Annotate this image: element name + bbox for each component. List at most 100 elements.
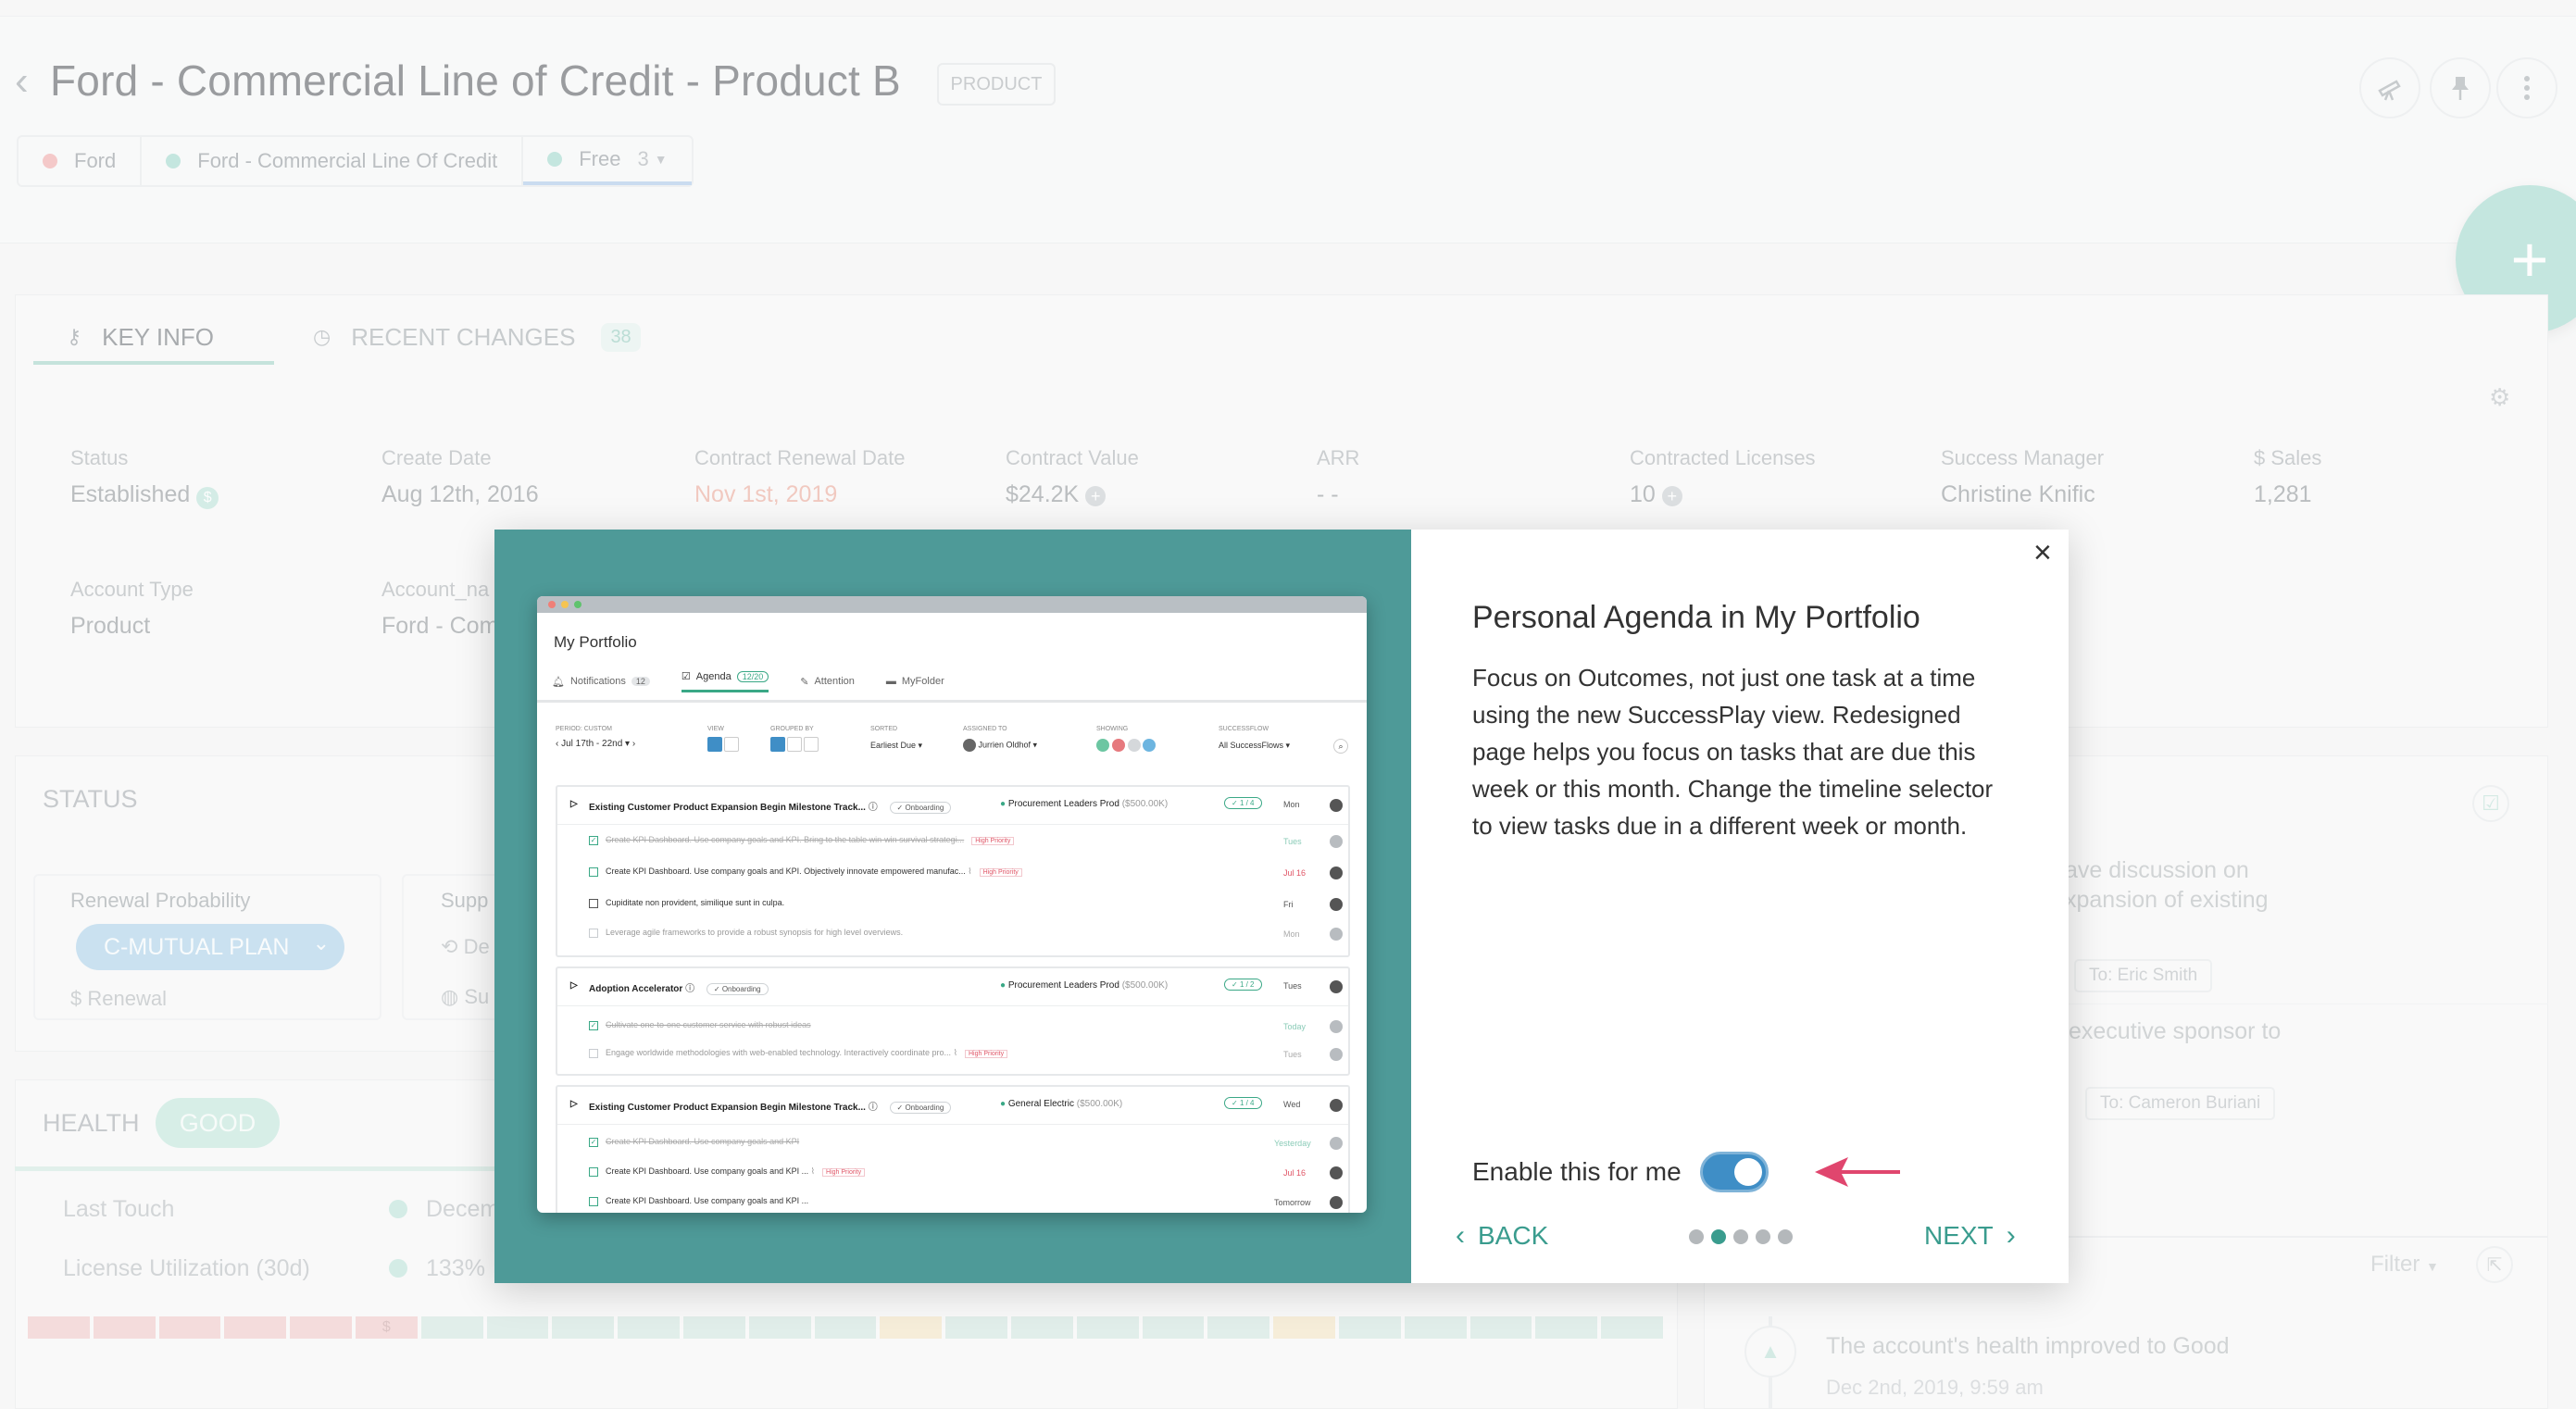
task-row: Cupiditate non provident, similique sunt… xyxy=(589,898,784,908)
group-tag-label: Onboarding xyxy=(905,1104,944,1112)
filter-label: ASSIGNED TO xyxy=(963,726,1007,732)
group-day: Wed xyxy=(1283,1100,1301,1109)
enable-toggle[interactable] xyxy=(1700,1152,1769,1192)
avatar xyxy=(1330,928,1343,941)
group-toggle xyxy=(770,737,819,754)
priority-tag: High Priority xyxy=(822,1168,866,1177)
group-account-name: General Electric xyxy=(1007,1099,1074,1109)
task-row: ✓ Create KPI Dashboard. Use company goals… xyxy=(589,835,1015,845)
step-dot[interactable] xyxy=(1733,1229,1748,1244)
preview-tab-attention: ✎ Attention xyxy=(800,670,855,692)
task-text: Cultivate one-to-one customer service wi… xyxy=(606,1020,811,1029)
step-dot[interactable] xyxy=(1778,1229,1793,1244)
expand-icon: ▷ xyxy=(570,799,578,809)
bell-icon: 🔔︎ xyxy=(552,676,565,688)
checkbox-icon xyxy=(589,898,598,908)
preview-tab-notifications: 🔔︎ Notifications 12 xyxy=(552,670,650,692)
group-title: Existing Customer Product Expansion Begi… xyxy=(589,799,952,814)
task-day: Today xyxy=(1283,1022,1307,1031)
preview-group: ▷ Existing Customer Product Expansion Be… xyxy=(556,785,1350,957)
task-text: Create KPI Dashboard. Use company goals … xyxy=(606,1166,809,1176)
play-icon xyxy=(707,737,722,752)
group-progress-value: 1 / 2 xyxy=(1239,980,1255,989)
attachment-icon: ⌇ xyxy=(953,1048,957,1057)
list-icon xyxy=(770,737,785,752)
chevron-left-icon: ‹ xyxy=(1456,1220,1465,1251)
checkbox-checked-icon: ✓ xyxy=(589,1020,598,1030)
group-tag: ✓ Onboarding xyxy=(889,1102,952,1114)
step-indicator xyxy=(1689,1229,1793,1244)
period-value: Jul 17th - 22nd xyxy=(561,739,623,749)
group-tag: ✓ Onboarding xyxy=(889,802,952,814)
pin-icon: ✎ xyxy=(800,676,809,688)
group-title: Adoption Accelerator ⓘ ✓ Onboarding xyxy=(589,980,769,995)
group-progress: ✓ 1 / 2 xyxy=(1224,979,1262,991)
preview-divider xyxy=(537,700,1367,703)
pointer-arrow-icon xyxy=(1815,1157,1900,1187)
checkbox-icon xyxy=(589,1166,598,1177)
task-text: Engage worldwide methodologies with web-… xyxy=(606,1048,952,1057)
task-day: Jul 16 xyxy=(1283,1168,1307,1178)
task-row: Leverage agile frameworks to provide a r… xyxy=(589,928,903,938)
next-button[interactable]: NEXT › xyxy=(1924,1220,2016,1252)
group-progress: ✓ 1 / 4 xyxy=(1224,1097,1262,1109)
back-button[interactable]: ‹ BACK xyxy=(1456,1220,1548,1252)
info-icon: ⓘ xyxy=(868,1103,878,1113)
avatar xyxy=(963,739,976,752)
window-min-dot xyxy=(561,601,569,608)
step-dot[interactable] xyxy=(1689,1229,1704,1244)
preview-title: My Portfolio xyxy=(554,633,637,651)
task-text: Create KPI Dashboard. Use company goals … xyxy=(606,1137,800,1146)
task-day: Tues xyxy=(1283,1050,1302,1059)
status-blue-icon xyxy=(1143,739,1157,752)
group-progress-value: 1 / 4 xyxy=(1239,1099,1255,1107)
task-day: Mon xyxy=(1283,929,1300,939)
task-text: Leverage agile frameworks to provide a r… xyxy=(606,928,904,937)
toggle-knob xyxy=(1734,1158,1762,1186)
filter-label: SHOWING xyxy=(1096,726,1129,732)
back-label: BACK xyxy=(1478,1221,1549,1250)
checkbox-icon xyxy=(589,1196,598,1206)
avatar xyxy=(1330,1099,1343,1112)
group-account-name: Procurement Leaders Prod xyxy=(1007,799,1119,809)
preview-screenshot: My Portfolio 🔔︎ Notifications 12 ☑ Agenda 12… xyxy=(537,596,1367,1213)
preview-tab-label: Agenda xyxy=(695,670,732,682)
filter-value: All SuccessFlows ▾ xyxy=(1219,741,1291,750)
step-dot[interactable] xyxy=(1756,1229,1770,1244)
group-account: ● General Electric ($500.00K) xyxy=(1000,1099,1122,1109)
preview-group-header: ▷ Adoption Accelerator ⓘ ✓ Onboarding ● … xyxy=(557,968,1348,1005)
modal-body: Focus on Outcomes, not just one task at … xyxy=(1472,664,1994,840)
avatar xyxy=(1330,898,1343,911)
task-day: Jul 16 xyxy=(1283,868,1307,878)
filter-label: VIEW xyxy=(707,726,724,732)
avatar xyxy=(1330,867,1343,879)
divider xyxy=(557,1005,1348,1006)
checkbox-icon xyxy=(589,867,598,877)
task-text: Create KPI Dashboard. Use company goals … xyxy=(606,835,965,844)
preview-tab-badge: 12 xyxy=(631,677,650,686)
close-icon[interactable]: × xyxy=(2033,537,2057,568)
folder-icon: ▬ xyxy=(885,676,896,687)
view-toggle xyxy=(707,737,739,754)
modal-heading: Personal Agenda in My Portfolio xyxy=(1472,600,1920,635)
group-account-name: Procurement Leaders Prod xyxy=(1007,980,1119,991)
avatar xyxy=(1330,1020,1343,1033)
group-title-text: Adoption Accelerator xyxy=(589,984,683,994)
preview-tab-badge: 12/20 xyxy=(736,670,769,682)
priority-tag: High Priority xyxy=(979,868,1022,877)
checkbox-icon: ☑ xyxy=(681,671,691,682)
step-dot-active[interactable] xyxy=(1711,1229,1726,1244)
group-account: ● Procurement Leaders Prod ($500.00K) xyxy=(1000,799,1168,809)
preview-group: ▷ Existing Customer Product Expansion Be… xyxy=(556,1085,1350,1213)
window-titlebar xyxy=(537,596,1367,613)
enable-label: Enable this for me xyxy=(1472,1157,1682,1186)
preview-tab-label: Attention xyxy=(814,676,855,687)
priority-tag: High Priority xyxy=(964,1050,1008,1058)
group-amount: ($500.00K) xyxy=(1121,980,1169,991)
preview-tab-agenda: ☑ Agenda 12/20 xyxy=(681,670,769,692)
filter-value: ‹ Jul 17th - 22nd ▾ › xyxy=(556,739,636,749)
check-icon xyxy=(724,737,739,752)
task-row: Create KPI Dashboard. Use company goals … xyxy=(589,867,1022,877)
preview-tab-myfolder: ▬ MyFolder xyxy=(886,670,944,692)
checkbox-icon xyxy=(589,1048,598,1058)
